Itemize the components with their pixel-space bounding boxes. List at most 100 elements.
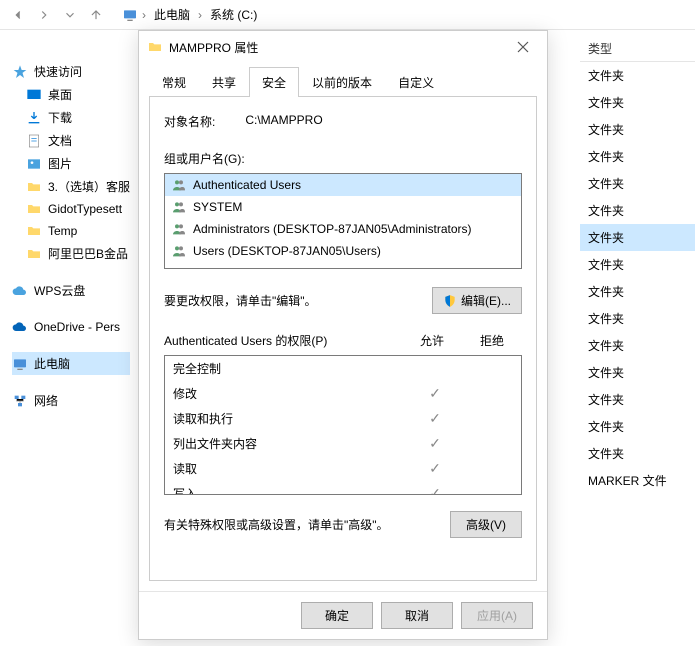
sidebar-item-wps[interactable]: WPS云盘 <box>12 279 130 302</box>
apply-button[interactable]: 应用(A) <box>461 602 533 629</box>
recent-dropdown[interactable] <box>60 5 80 25</box>
tab-security[interactable]: 安全 <box>249 67 299 97</box>
allow-check-icon: ✓ <box>409 460 461 477</box>
user-row[interactable]: SYSTEM <box>165 196 521 218</box>
up-button[interactable] <box>86 5 106 25</box>
sidebar-label: 桌面 <box>48 86 72 103</box>
sidebar-item-folder[interactable]: Temp <box>12 220 130 242</box>
type-cell[interactable]: 文件夹 <box>580 386 695 413</box>
document-icon <box>26 133 42 149</box>
edit-button[interactable]: 编辑(E)... <box>432 287 522 314</box>
folder-icon <box>26 223 42 239</box>
type-cell[interactable]: 文件夹 <box>580 413 695 440</box>
edit-hint: 要更改权限，请单击"编辑"。 <box>164 292 432 309</box>
tab-share[interactable]: 共享 <box>199 67 249 97</box>
permission-row: 读取✓ <box>165 456 521 481</box>
groups-label: 组或用户名(G): <box>164 150 522 167</box>
sidebar-item-folder[interactable]: GidotTypesett <box>12 198 130 220</box>
cloud-icon <box>12 283 28 299</box>
sidebar-label: 下载 <box>48 109 72 126</box>
permission-row: 列出文件夹内容✓ <box>165 431 521 456</box>
user-row[interactable]: Authenticated Users <box>165 174 521 196</box>
user-name: SYSTEM <box>193 200 242 214</box>
permission-name: 读取 <box>173 460 409 477</box>
type-cell[interactable]: 文件夹 <box>580 143 695 170</box>
permission-row: 完全控制 <box>165 356 521 381</box>
sidebar-quick-access[interactable]: 快速访问 <box>12 60 130 83</box>
type-cell[interactable]: 文件夹 <box>580 62 695 89</box>
allow-check-icon: ✓ <box>409 410 461 427</box>
user-name: Authenticated Users <box>193 178 301 192</box>
sidebar-item-network[interactable]: 网络 <box>12 389 130 412</box>
cancel-button[interactable]: 取消 <box>381 602 453 629</box>
permission-name: 修改 <box>173 385 409 402</box>
permissions-list[interactable]: 完全控制修改✓读取和执行✓列出文件夹内容✓读取✓写入✓ <box>164 355 522 495</box>
sidebar-label: WPS云盘 <box>34 282 85 299</box>
type-cell[interactable]: 文件夹 <box>580 332 695 359</box>
type-cell[interactable]: 文件夹 <box>580 197 695 224</box>
sidebar-label: 文档 <box>48 132 72 149</box>
permission-name: 写入 <box>173 485 409 495</box>
advanced-button[interactable]: 高级(V) <box>450 511 522 538</box>
sidebar-item-folder[interactable]: 3.（选填）客服 <box>12 175 130 198</box>
sidebar-item-this-pc[interactable]: 此电脑 <box>12 352 130 375</box>
sidebar-item-desktop[interactable]: 桌面 <box>12 83 130 106</box>
toolbar: › 此电脑 › 系统 (C:) <box>0 0 695 30</box>
sidebar-item-downloads[interactable]: 下载 <box>12 106 130 129</box>
type-cell[interactable]: 文件夹 <box>580 278 695 305</box>
close-button[interactable] <box>507 35 539 59</box>
sidebar-label: GidotTypesett <box>48 202 122 216</box>
breadcrumb: › 此电脑 › 系统 (C:) <box>122 4 261 25</box>
tab-custom[interactable]: 自定义 <box>385 67 447 97</box>
user-row[interactable]: Users (DESKTOP-87JAN05\Users) <box>165 240 521 262</box>
sidebar-item-onedrive[interactable]: OneDrive - Pers <box>12 316 130 338</box>
network-icon <box>12 393 28 409</box>
type-cell[interactable]: 文件夹 <box>580 116 695 143</box>
user-row[interactable]: Administrators (DESKTOP-87JAN05\Administ… <box>165 218 521 240</box>
back-button[interactable] <box>8 5 28 25</box>
sidebar-label: 网络 <box>34 392 58 409</box>
type-cell[interactable]: 文件夹 <box>580 359 695 386</box>
properties-dialog: MAMPPRO 属性 常规 共享 安全 以前的版本 自定义 对象名称: C:\M… <box>138 30 548 640</box>
type-cell[interactable]: 文件夹 <box>580 89 695 116</box>
shield-icon <box>443 294 457 308</box>
permission-row: 写入✓ <box>165 481 521 495</box>
dialog-titlebar: MAMPPRO 属性 <box>139 31 547 63</box>
type-cell[interactable]: 文件夹 <box>580 224 695 251</box>
forward-button[interactable] <box>34 5 54 25</box>
sidebar-item-documents[interactable]: 文档 <box>12 129 130 152</box>
tab-panel-security: 对象名称: C:\MAMPPRO 组或用户名(G): Authenticated… <box>149 96 537 581</box>
type-cell[interactable]: 文件夹 <box>580 170 695 197</box>
type-cell[interactable]: 文件夹 <box>580 305 695 332</box>
type-cell[interactable]: 文件夹 <box>580 251 695 278</box>
allow-column-header: 允许 <box>402 332 462 349</box>
permissions-header: Authenticated Users 的权限(P) 允许 拒绝 <box>164 332 522 349</box>
allow-check-icon: ✓ <box>409 485 461 495</box>
breadcrumb-item[interactable]: 系统 (C:) <box>206 4 261 25</box>
column-header-type[interactable]: 类型 <box>580 36 695 62</box>
permission-name: 完全控制 <box>173 360 409 377</box>
object-name-label: 对象名称: <box>164 113 215 130</box>
this-pc-icon <box>122 7 138 23</box>
ok-button[interactable]: 确定 <box>301 602 373 629</box>
type-cell[interactable]: 文件夹 <box>580 440 695 467</box>
allow-check-icon: ✓ <box>409 435 461 452</box>
tab-bar: 常规 共享 安全 以前的版本 自定义 <box>139 67 547 97</box>
sidebar-item-pictures[interactable]: 图片 <box>12 152 130 175</box>
type-cell[interactable]: MARKER 文件 <box>580 467 695 494</box>
deny-column-header: 拒绝 <box>462 332 522 349</box>
user-list[interactable]: Authenticated Users SYSTEM Administrators … <box>164 173 522 269</box>
sidebar-label: 3.（选填）客服 <box>48 178 130 195</box>
tab-previous-versions[interactable]: 以前的版本 <box>299 67 385 97</box>
download-icon <box>26 110 42 126</box>
cloud-icon <box>12 319 28 335</box>
tab-general[interactable]: 常规 <box>149 67 199 97</box>
user-name: Administrators (DESKTOP-87JAN05\Administ… <box>193 222 472 236</box>
allow-check-icon: ✓ <box>409 385 461 402</box>
pictures-icon <box>26 156 42 172</box>
permissions-title: Authenticated Users 的权限(P) <box>164 332 402 349</box>
sidebar-item-folder[interactable]: 阿里巴巴B金品 <box>12 242 130 265</box>
folder-icon <box>26 179 42 195</box>
breadcrumb-item[interactable]: 此电脑 <box>150 4 194 25</box>
users-icon <box>171 199 187 215</box>
